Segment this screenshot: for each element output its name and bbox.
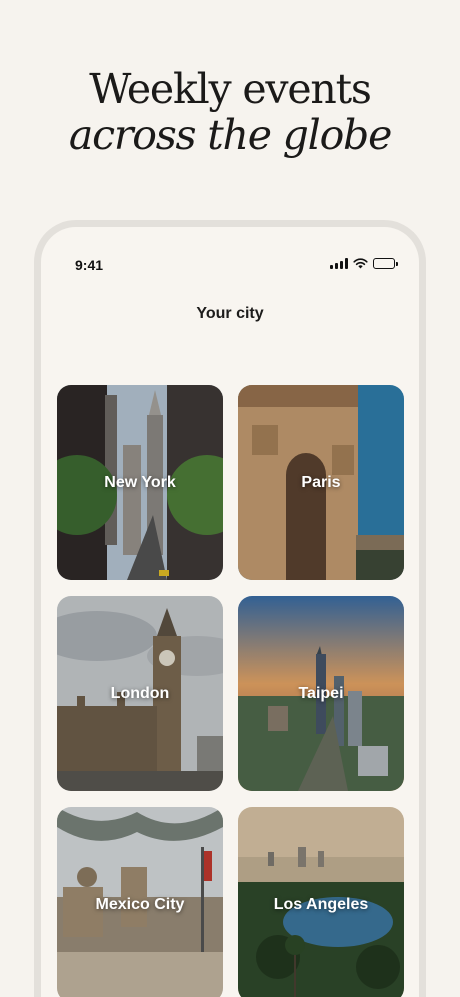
wifi-icon [353, 258, 368, 269]
city-label: Los Angeles [273, 895, 369, 913]
screen-title: Your city [196, 305, 264, 322]
battery-icon [373, 258, 398, 269]
city-grid: New York Paris London Taipei Mexico City… [57, 385, 404, 997]
city-label: New York [104, 473, 176, 491]
city-card-taipei[interactable]: Taipei [238, 596, 404, 791]
city-card-london[interactable]: London [57, 596, 223, 791]
phone-mockup: 9:41 Your city New York Paris London Tai… [34, 220, 426, 997]
city-card-new-york[interactable]: New York [57, 385, 223, 580]
status-bar: 9:41 [41, 227, 419, 287]
headline-line-1: Weekly events [89, 65, 372, 113]
headline-line-2: across the globe [68, 111, 393, 159]
city-label: London [110, 684, 170, 702]
city-card-mexico-city[interactable]: Mexico City [57, 807, 223, 997]
marketing-headline: Weekly events across the globe [0, 66, 460, 158]
cellular-signal-icon [330, 258, 348, 269]
city-card-los-angeles[interactable]: Los Angeles [238, 807, 404, 997]
city-label: Paris [301, 473, 341, 491]
city-card-paris[interactable]: Paris [238, 385, 404, 580]
city-label: Mexico City [95, 895, 185, 913]
status-time: 9:41 [75, 257, 104, 273]
city-label: Taipei [298, 684, 344, 702]
status-icons [330, 258, 398, 269]
